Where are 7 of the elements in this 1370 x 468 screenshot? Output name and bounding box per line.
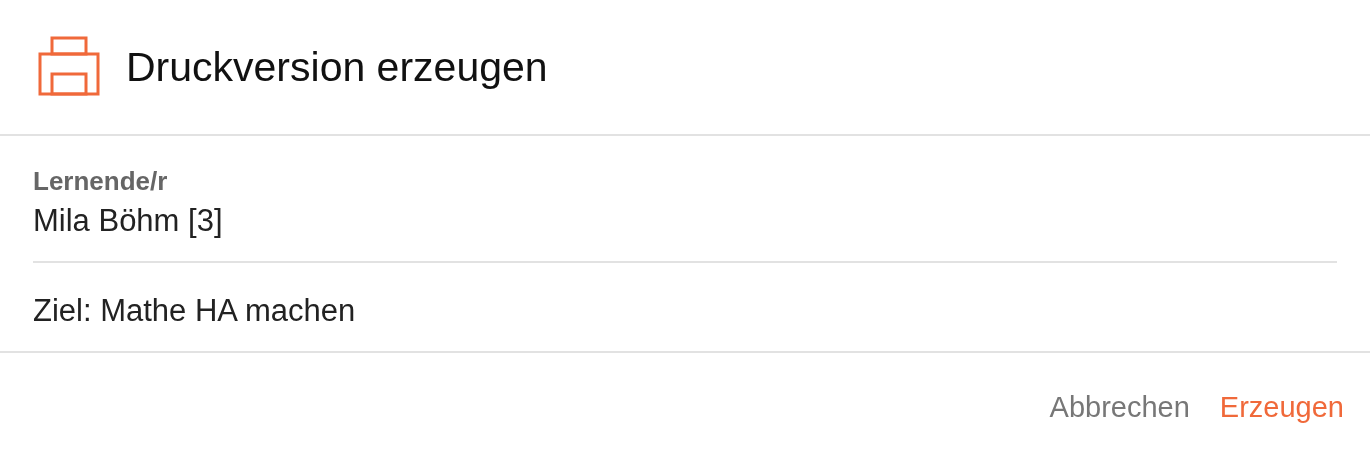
field-label: Lernende/r [33, 166, 169, 197]
cancel-button[interactable]: Abbrechen [1041, 387, 1198, 428]
printer-icon [38, 36, 100, 98]
field-value: Mila Böhm [3] [33, 203, 223, 238]
create-button[interactable]: Erzeugen [1211, 387, 1352, 428]
dialog-title: Druckversion erzeugen [126, 43, 548, 91]
goal-text: Ziel: Mathe HA machen [0, 263, 1370, 353]
